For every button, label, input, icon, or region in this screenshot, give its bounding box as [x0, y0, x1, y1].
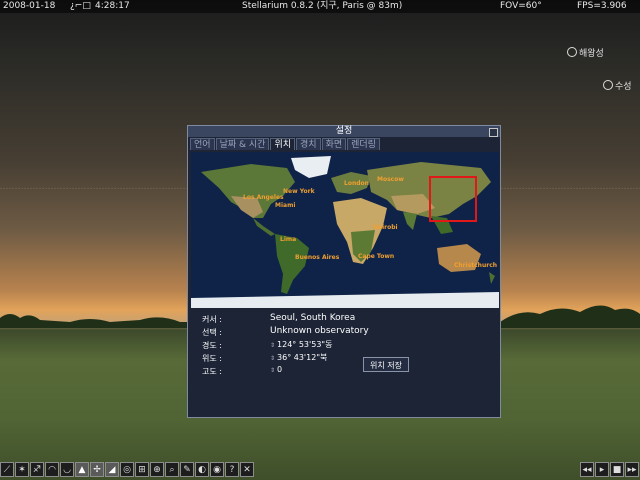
- app-title: Stellarium 0.8.2 (지구, Paris @ 83m): [242, 1, 403, 11]
- time-text: 4:28:17: [95, 1, 130, 11]
- altitude-field[interactable]: ⇕ 0: [270, 365, 282, 374]
- atmosphere-icon[interactable]: ◢: [105, 462, 119, 477]
- constellation-names-icon[interactable]: ✶: [15, 462, 29, 477]
- city-label: Los Angeles: [243, 194, 284, 201]
- spin-arrows-icon: ⇕: [270, 367, 276, 374]
- city-label: Nairobi: [373, 224, 398, 231]
- city-label: London: [344, 180, 369, 187]
- dialog-title: 설정: [188, 126, 500, 137]
- cursor-label: 커서 :: [202, 315, 222, 324]
- fov-text: FOV=60°: [500, 1, 542, 11]
- latitude-label: 위도 :: [202, 354, 222, 363]
- help-icon[interactable]: ?: [225, 462, 239, 477]
- save-location-button[interactable]: 위치 저장: [363, 357, 409, 372]
- planet-label-neptune[interactable]: 해왕성: [567, 46, 604, 59]
- cardinal-points-icon[interactable]: ✢: [90, 462, 104, 477]
- latitude-field[interactable]: ⇕ 36° 43'12"북: [270, 352, 327, 363]
- nebulas-icon[interactable]: ◎: [120, 462, 134, 477]
- clock-icon: ¿⌐□: [70, 1, 91, 11]
- city-label: Buenos Aires: [295, 254, 340, 261]
- fast-forward-icon[interactable]: ▸▸: [625, 462, 639, 477]
- realtime-icon[interactable]: ■: [610, 462, 624, 477]
- quit-icon[interactable]: ✕: [240, 462, 254, 477]
- tab-landscape[interactable]: 경치: [296, 138, 321, 150]
- city-label: New York: [283, 188, 315, 195]
- bottom-toolbar: ⟋ ✶ ♐ ◠ ◡ ▲ ✢ ◢ ◎ ⊞ ⊕ ⌕ ✎ ◐ ◉ ? ✕: [0, 462, 254, 479]
- longitude-label: 경도 :: [202, 341, 222, 350]
- map-cursor-box: [429, 176, 477, 222]
- spin-arrows-icon: ⇕: [270, 342, 276, 349]
- tab-bar: 언어 날짜 & 시간 위치 경치 화면 렌더링: [190, 138, 380, 150]
- planet-label-mercury[interactable]: 수성: [603, 79, 632, 92]
- tab-language[interactable]: 언어: [190, 138, 215, 150]
- planet-marker-icon: [603, 80, 613, 90]
- date-text: 2008-01-18: [3, 1, 56, 11]
- azimuth-grid-icon[interactable]: ◠: [45, 462, 59, 477]
- play-icon[interactable]: ▸: [595, 462, 609, 477]
- close-icon[interactable]: [489, 128, 498, 137]
- night-mode-icon[interactable]: ◐: [195, 462, 209, 477]
- city-label: Cape Town: [358, 253, 395, 260]
- city-label: Moscow: [377, 176, 404, 183]
- planet-marker-icon: [567, 47, 577, 57]
- selected-label: 선택 :: [202, 328, 222, 337]
- world-map[interactable]: New York London Moscow Los Angeles Miami…: [191, 152, 499, 308]
- constellation-lines-icon[interactable]: ⟋: [0, 462, 14, 477]
- constellation-art-icon[interactable]: ♐: [30, 462, 44, 477]
- search-icon[interactable]: ⌕: [165, 462, 179, 477]
- status-bar: 2008-01-18 ¿⌐□ 4:28:17 Stellarium 0.8.2 …: [0, 0, 640, 13]
- tab-location[interactable]: 위치: [270, 138, 295, 150]
- settings-icon[interactable]: ✎: [180, 462, 194, 477]
- tab-rendering[interactable]: 렌더링: [347, 138, 380, 150]
- tab-date-time[interactable]: 날짜 & 시간: [215, 138, 270, 150]
- ground-icon[interactable]: ▲: [75, 462, 89, 477]
- longitude-field[interactable]: ⇕ 124° 53'53"동: [270, 339, 332, 350]
- eye-icon[interactable]: ◉: [210, 462, 224, 477]
- time-controls: ◂◂ ▸ ■ ▸▸: [580, 462, 639, 477]
- city-label: Christchurch: [454, 262, 498, 269]
- mount-icon[interactable]: ⊞: [135, 462, 149, 477]
- city-label: Miami: [275, 202, 296, 209]
- fps-text: FPS=3.906: [577, 1, 627, 11]
- altitude-label: 고도 :: [202, 367, 222, 376]
- spin-arrows-icon: ⇕: [270, 355, 276, 362]
- cursor-value: Seoul, South Korea: [270, 313, 356, 323]
- config-dialog: 설정 언어 날짜 & 시간 위치 경치 화면 렌더링 New York Lond…: [187, 125, 501, 418]
- rewind-icon[interactable]: ◂◂: [580, 462, 594, 477]
- city-label: Lima: [280, 236, 297, 243]
- equatorial-grid-icon[interactable]: ◡: [60, 462, 74, 477]
- goto-icon[interactable]: ⊕: [150, 462, 164, 477]
- tab-video[interactable]: 화면: [321, 138, 347, 150]
- selected-value: Unknown observatory: [270, 326, 369, 336]
